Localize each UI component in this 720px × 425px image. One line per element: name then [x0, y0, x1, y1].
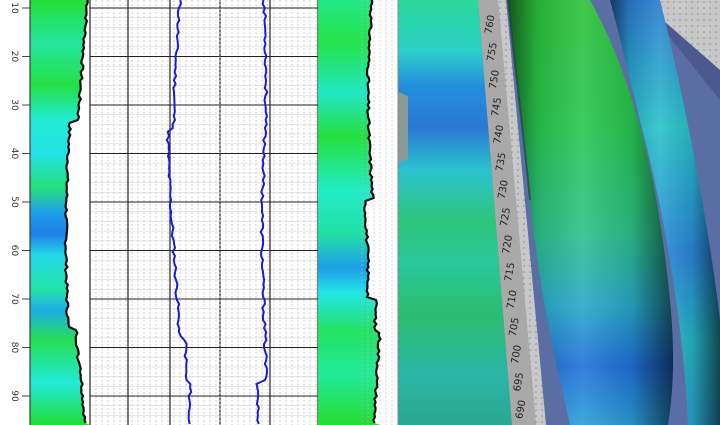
depth-tick-label: 70	[9, 293, 19, 305]
log-panel: 10 20 30 40 50 60 70 80 90	[0, 0, 399, 425]
image-track-left	[30, 0, 90, 425]
depth-tick-label: 30	[9, 99, 19, 111]
well-log-viewer: 10 20 30 40 50 60 70 80 90 690695700705710715720…	[0, 0, 720, 425]
3d-view[interactable]: 6906957007057107157207257307357407457507…	[397, 0, 720, 425]
depth-tick-label: 20	[9, 51, 19, 63]
depth-tick-label: 80	[9, 342, 19, 354]
3d-slab-notch	[398, 92, 408, 162]
depth-tick-label: 50	[9, 196, 19, 208]
depth-tick-label: 40	[9, 148, 19, 160]
depth-tick-label: 60	[9, 245, 19, 257]
depth-tick-label: 90	[9, 390, 19, 402]
depth-tick-label: 10	[9, 2, 19, 14]
